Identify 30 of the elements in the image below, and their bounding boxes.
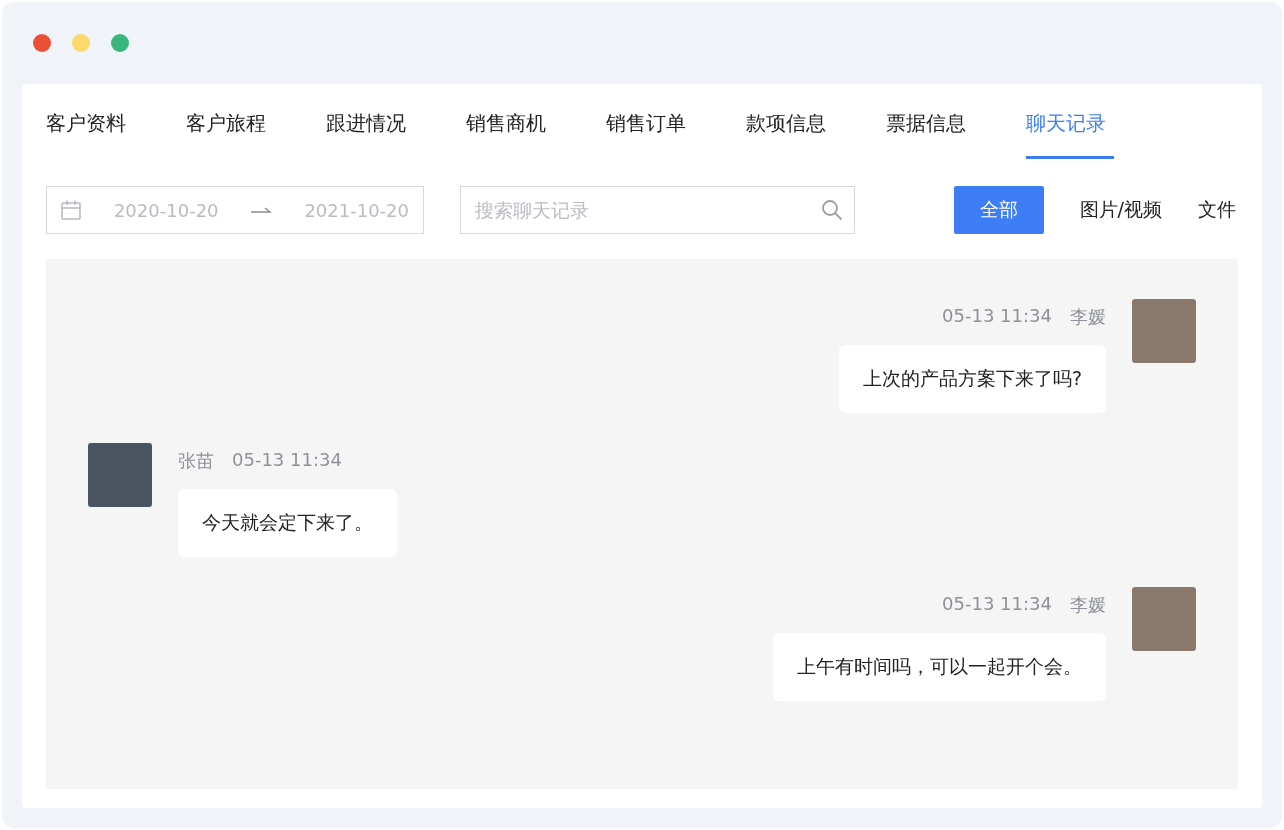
search-icon bbox=[821, 199, 843, 221]
start-date: 2020-10-20 bbox=[113, 199, 219, 221]
sender-name: 李媛 bbox=[1070, 305, 1106, 329]
end-date: 2021-10-20 bbox=[304, 199, 409, 221]
avatar-photo-placeholder bbox=[88, 443, 152, 507]
message-time: 05-13 11:34 bbox=[942, 305, 1052, 328]
tab[interactable]: 销售商机 bbox=[466, 84, 606, 160]
message-time: 05-13 11:34 bbox=[232, 449, 342, 472]
maximize-button[interactable] bbox=[111, 34, 129, 52]
tab[interactable]: 销售订单 bbox=[606, 84, 746, 160]
tab[interactable]: 票据信息 bbox=[886, 84, 1026, 160]
message-bubble: 上午有时间吗，可以一起开个会。 bbox=[773, 633, 1106, 701]
tab[interactable]: 跟进情况 bbox=[326, 84, 466, 160]
message-bubble: 今天就会定下来了。 bbox=[178, 489, 397, 557]
filter-button[interactable]: 文件 bbox=[1184, 186, 1238, 234]
filter-button[interactable]: 图片/视频 bbox=[1065, 186, 1176, 234]
message-bubble: 上次的产品方案下来了吗? bbox=[838, 345, 1106, 413]
tab[interactable]: 客户旅程 bbox=[186, 84, 326, 160]
message-time: 05-13 11:34 bbox=[942, 593, 1052, 616]
sender-name: 李媛 bbox=[1070, 593, 1106, 617]
minimize-button[interactable] bbox=[72, 34, 90, 52]
avatar-photo-placeholder bbox=[1132, 587, 1196, 651]
sender-name: 张苗 bbox=[178, 449, 214, 473]
close-button[interactable] bbox=[33, 34, 51, 52]
tab[interactable]: 客户资料 bbox=[46, 84, 186, 160]
tab[interactable]: 款项信息 bbox=[746, 84, 886, 160]
filter-button[interactable]: 全部 bbox=[953, 186, 1044, 234]
avatar-photo-placeholder bbox=[1132, 299, 1196, 363]
calendar-icon bbox=[60, 199, 82, 221]
search-field[interactable]: 搜索聊天记录 bbox=[460, 186, 855, 234]
